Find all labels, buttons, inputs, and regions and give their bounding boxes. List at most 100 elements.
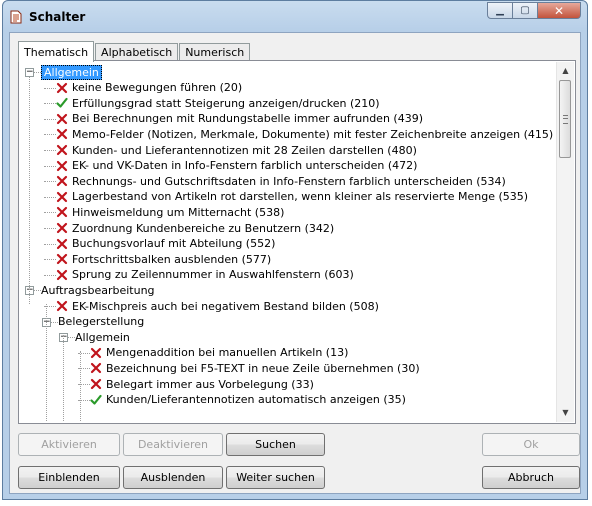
tree-item[interactable]: Rechnungs- und Gutschriftsdaten in Info-… — [56, 173, 506, 189]
tree-item-label: Erfüllungsgrad statt Steigerung anzeigen… — [72, 96, 380, 110]
tree-item-label: Bezeichnung bei F5-TEXT in neue Zeile üb… — [106, 361, 420, 375]
tab-strip: Thematisch Alphabetisch Numerisch — [18, 39, 251, 62]
tree-line — [34, 72, 41, 73]
tree-line — [44, 274, 56, 276]
cross-icon — [56, 254, 68, 265]
tree-line — [44, 87, 56, 89]
close-icon: ✕ — [553, 3, 565, 18]
tree-group-node[interactable]: Belegerstellung — [58, 314, 144, 330]
tree-line — [44, 165, 56, 167]
tree-item[interactable]: Zuordnung Kundenbereiche zu Benutzern (3… — [56, 220, 334, 236]
cross-icon — [56, 113, 68, 124]
tree-group-node[interactable]: Auftragsbearbeitung — [41, 282, 155, 298]
tree-item[interactable]: Erfüllungsgrad statt Steigerung anzeigen… — [56, 95, 380, 111]
tree-group-node[interactable]: Allgemein — [41, 64, 102, 80]
tree-item-label: Memo-Felder (Notizen, Merkmale, Dokument… — [72, 127, 554, 141]
tree-line — [44, 118, 56, 120]
tree-group-label: Allgemein — [41, 64, 102, 80]
tree-item-label: Zuordnung Kundenbereiche zu Benutzern (3… — [72, 221, 335, 235]
tree-item-label: Sprung zu Zeilennummer in Auswahlfenster… — [72, 268, 354, 282]
cross-icon — [56, 144, 68, 156]
aktivieren-label: Aktivieren — [41, 438, 97, 451]
minimize-icon: ▁ — [496, 5, 504, 16]
minimize-button[interactable]: ▁ — [487, 2, 513, 19]
ausblenden-button[interactable]: Ausblenden — [123, 466, 223, 489]
tree-item[interactable]: Lagerbestand von Artikeln rot darstellen… — [56, 189, 528, 205]
tree-item[interactable]: Belegart immer aus Vorbelegung (33) — [90, 376, 314, 392]
maximize-icon: ▢ — [520, 5, 530, 16]
tab-alphabetisch[interactable]: Alphabetisch — [95, 43, 179, 61]
tree-item[interactable]: Bei Berechnungen mit Rundungstabelle imm… — [56, 111, 423, 127]
cross-icon — [56, 82, 68, 93]
tree-item[interactable]: Mengenaddition bei manuellen Artikeln (1… — [90, 345, 348, 361]
grip-icon — [563, 115, 568, 124]
cross-icon — [56, 176, 68, 187]
tree-item-label: Kunden- und Lieferantennotizen mit 28 Ze… — [72, 143, 417, 157]
tree-item[interactable]: Kunden/Lieferantennotizen automatisch an… — [90, 392, 406, 408]
tree-line — [44, 103, 56, 105]
cross-icon — [56, 238, 68, 249]
tree-item[interactable]: EK-Mischpreis auch bei negativem Bestand… — [56, 298, 379, 314]
tree-group-label: Belegerstellung — [58, 315, 145, 329]
suchen-button[interactable]: Suchen — [226, 433, 325, 456]
tree-item-label: Bei Berechnungen mit Rundungstabelle imm… — [72, 112, 423, 126]
tree-item[interactable]: Fortschrittsbalken ausblenden (577) — [56, 251, 271, 267]
tree-item[interactable]: Bezeichnung bei F5-TEXT in neue Zeile üb… — [90, 360, 420, 376]
tree-item-label: Hinweismeldung um Mitternacht (538) — [72, 205, 285, 219]
tree-item[interactable]: keine Bewegungen führen (20) — [56, 80, 242, 96]
cross-icon — [90, 378, 102, 390]
tab-numerisch[interactable]: Numerisch — [179, 43, 251, 61]
einblenden-button[interactable]: Einblenden — [18, 466, 120, 489]
tree-item-label: Rechnungs- und Gutschriftsdaten in Info-… — [72, 174, 506, 188]
tree-item-label: Mengenaddition bei manuellen Artikeln (1… — [106, 346, 349, 360]
cross-icon — [90, 347, 102, 358]
ausblenden-label: Ausblenden — [140, 471, 206, 484]
tree-line — [68, 337, 75, 339]
tree-item[interactable]: EK- und VK-Daten in Info-Fenstern farbli… — [56, 158, 417, 174]
tree-item-label: EK-Mischpreis auch bei negativem Bestand… — [72, 299, 379, 313]
cross-icon — [56, 269, 68, 280]
title-bar[interactable]: Schalter ▁ ▢ ✕ — [3, 1, 587, 33]
tree-line — [44, 150, 56, 151]
tree-line — [44, 228, 56, 229]
tree-line — [80, 351, 81, 421]
checkmark-icon — [90, 394, 102, 405]
tree-item-label: EK- und VK-Daten in Info-Fenstern farbli… — [72, 159, 418, 173]
vertical-scrollbar[interactable]: ▲ ▼ — [556, 62, 574, 422]
tree-item[interactable]: Memo-Felder (Notizen, Merkmale, Dokument… — [56, 126, 553, 142]
tree-group-node[interactable]: Allgemein — [75, 329, 130, 345]
tree-item-label: Buchungsvorlauf mit Abteilung (552) — [72, 237, 276, 251]
dialog-client: Thematisch Alphabetisch Numerisch − Allge… — [9, 32, 581, 494]
cross-icon — [90, 363, 102, 374]
switch-tree[interactable]: − Allgemein keine Bewegungen führen (20) Er… — [21, 63, 557, 421]
scroll-down-arrow-icon[interactable]: ▼ — [557, 404, 574, 421]
tree-item-label: Kunden/Lieferantennotizen automatisch an… — [106, 393, 406, 407]
checkmark-icon — [56, 98, 68, 108]
schalter-window: Schalter ▁ ▢ ✕ Thematisch Alphabetisch N… — [2, 0, 588, 500]
deaktivieren-label: Deaktivieren — [137, 438, 209, 451]
scroll-up-arrow-icon[interactable]: ▲ — [557, 62, 574, 79]
ok-label: Ok — [523, 438, 539, 451]
weiter-suchen-label: Weiter suchen — [236, 471, 315, 484]
suchen-label: Suchen — [255, 438, 296, 451]
scroll-thumb[interactable] — [559, 80, 571, 158]
tree-item-label: keine Bewegungen führen (20) — [72, 81, 243, 95]
abbruch-button[interactable]: Abbruch — [482, 466, 580, 489]
cross-icon — [56, 300, 68, 312]
document-icon — [10, 10, 22, 24]
close-button[interactable]: ✕ — [538, 2, 581, 19]
collapse-icon[interactable]: − — [25, 68, 34, 77]
tree-item[interactable]: Sprung zu Zeilennummer in Auswahlfenster… — [56, 267, 354, 283]
maximize-button[interactable]: ▢ — [513, 2, 538, 19]
tree-line — [63, 335, 64, 421]
aktivieren-button[interactable]: Aktivieren — [18, 433, 120, 456]
tree-item[interactable]: Kunden- und Lieferantennotizen mit 28 Ze… — [56, 142, 417, 158]
tree-line — [44, 134, 56, 136]
tree-item[interactable]: Hinweismeldung um Mitternacht (538) — [56, 204, 284, 220]
tree-line — [44, 212, 56, 214]
deaktivieren-button[interactable]: Deaktivieren — [123, 433, 223, 456]
ok-button[interactable]: Ok — [482, 433, 580, 456]
tree-item[interactable]: Buchungsvorlauf mit Abteilung (552) — [56, 236, 275, 252]
weiter-suchen-button[interactable]: Weiter suchen — [226, 466, 325, 489]
tab-thematisch[interactable]: Thematisch — [18, 41, 95, 62]
